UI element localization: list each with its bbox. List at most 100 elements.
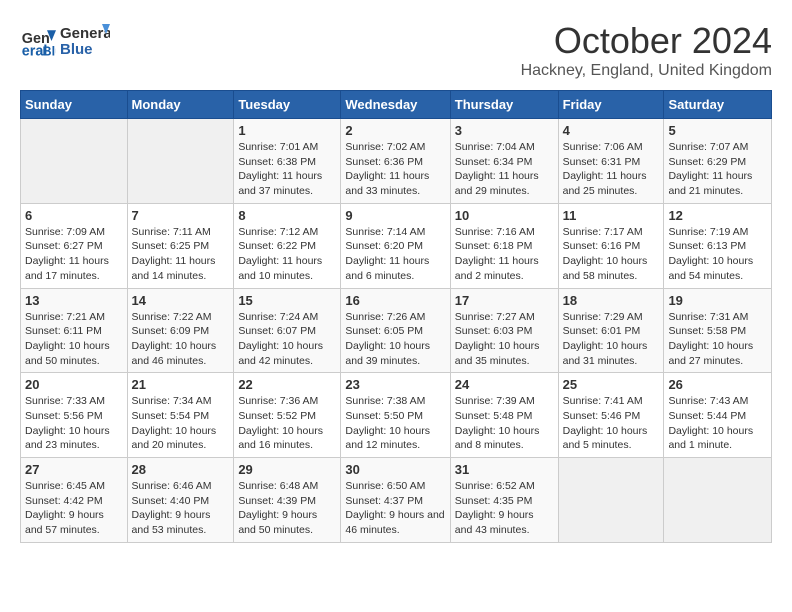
calendar-cell	[127, 119, 234, 204]
calendar-cell: 13 Sunrise: 7:21 AM Sunset: 6:11 PM Dayli…	[21, 288, 128, 373]
day-info: Sunrise: 7:01 AM Sunset: 6:38 PM Dayligh…	[238, 140, 336, 199]
location: Hackney, England, United Kingdom	[521, 62, 772, 80]
day-number: 12	[668, 208, 767, 223]
day-number: 20	[25, 377, 123, 392]
week-row-4: 20 Sunrise: 7:33 AM Sunset: 5:56 PM Dayli…	[21, 373, 772, 458]
svg-text:General: General	[60, 25, 110, 42]
day-info: Sunrise: 7:26 AM Sunset: 6:05 PM Dayligh…	[345, 310, 445, 369]
day-info: Sunrise: 7:17 AM Sunset: 6:16 PM Dayligh…	[563, 225, 660, 284]
calendar-cell: 24 Sunrise: 7:39 AM Sunset: 5:48 PM Dayli…	[450, 373, 558, 458]
weekday-header-friday: Friday	[558, 91, 664, 119]
day-info: Sunrise: 7:12 AM Sunset: 6:22 PM Dayligh…	[238, 225, 336, 284]
day-number: 3	[455, 123, 554, 138]
week-row-3: 13 Sunrise: 7:21 AM Sunset: 6:11 PM Dayli…	[21, 288, 772, 373]
day-number: 17	[455, 293, 554, 308]
svg-text:Blue: Blue	[43, 44, 57, 58]
day-number: 27	[25, 462, 123, 477]
day-info: Sunrise: 7:11 AM Sunset: 6:25 PM Dayligh…	[132, 225, 230, 284]
day-info: Sunrise: 7:24 AM Sunset: 6:07 PM Dayligh…	[238, 310, 336, 369]
day-number: 15	[238, 293, 336, 308]
weekday-header-wednesday: Wednesday	[341, 91, 450, 119]
day-number: 19	[668, 293, 767, 308]
page-header: Gen eral Blue General Blue October 2024 …	[20, 20, 772, 80]
day-info: Sunrise: 7:39 AM Sunset: 5:48 PM Dayligh…	[455, 394, 554, 453]
calendar-cell: 2Sunrise: 7:02 AM Sunset: 6:36 PM Daylig…	[341, 119, 450, 204]
day-info: Sunrise: 7:41 AM Sunset: 5:46 PM Dayligh…	[563, 394, 660, 453]
day-number: 11	[563, 208, 660, 223]
calendar-cell: 20 Sunrise: 7:33 AM Sunset: 5:56 PM Dayli…	[21, 373, 128, 458]
day-number: 21	[132, 377, 230, 392]
day-number: 16	[345, 293, 445, 308]
day-number: 26	[668, 377, 767, 392]
day-number: 18	[563, 293, 660, 308]
weekday-header-thursday: Thursday	[450, 91, 558, 119]
day-info: Sunrise: 7:31 AM Sunset: 5:58 PM Dayligh…	[668, 310, 767, 369]
day-info: Sunrise: 7:19 AM Sunset: 6:13 PM Dayligh…	[668, 225, 767, 284]
calendar-cell: 9 Sunrise: 7:14 AM Sunset: 6:20 PM Daylig…	[341, 203, 450, 288]
day-info: Sunrise: 6:45 AM Sunset: 4:42 PM Dayligh…	[25, 479, 123, 538]
day-info: Sunrise: 6:48 AM Sunset: 4:39 PM Dayligh…	[238, 479, 336, 538]
calendar-cell: 11 Sunrise: 7:17 AM Sunset: 6:16 PM Dayli…	[558, 203, 664, 288]
calendar-cell: 19 Sunrise: 7:31 AM Sunset: 5:58 PM Dayli…	[664, 288, 772, 373]
day-number: 30	[345, 462, 445, 477]
calendar-cell: 21Sunrise: 7:34 AM Sunset: 5:54 PM Dayli…	[127, 373, 234, 458]
calendar-cell: 23 Sunrise: 7:38 AM Sunset: 5:50 PM Dayli…	[341, 373, 450, 458]
calendar-cell: 29 Sunrise: 6:48 AM Sunset: 4:39 PM Dayli…	[234, 458, 341, 543]
day-info: Sunrise: 7:21 AM Sunset: 6:11 PM Dayligh…	[25, 310, 123, 369]
calendar-cell: 7 Sunrise: 7:11 AM Sunset: 6:25 PM Daylig…	[127, 203, 234, 288]
calendar-cell: 26Sunrise: 7:43 AM Sunset: 5:44 PM Dayli…	[664, 373, 772, 458]
day-number: 10	[455, 208, 554, 223]
day-info: Sunrise: 7:29 AM Sunset: 6:01 PM Dayligh…	[563, 310, 660, 369]
day-number: 24	[455, 377, 554, 392]
day-number: 29	[238, 462, 336, 477]
day-info: Sunrise: 7:22 AM Sunset: 6:09 PM Dayligh…	[132, 310, 230, 369]
day-info: Sunrise: 7:06 AM Sunset: 6:31 PM Dayligh…	[563, 140, 660, 199]
day-info: Sunrise: 6:52 AM Sunset: 4:35 PM Dayligh…	[455, 479, 554, 538]
weekday-header-monday: Monday	[127, 91, 234, 119]
day-number: 9	[345, 208, 445, 223]
day-number: 7	[132, 208, 230, 223]
day-info: Sunrise: 7:38 AM Sunset: 5:50 PM Dayligh…	[345, 394, 445, 453]
day-number: 4	[563, 123, 660, 138]
calendar-cell: 10Sunrise: 7:16 AM Sunset: 6:18 PM Dayli…	[450, 203, 558, 288]
calendar-cell: 8Sunrise: 7:12 AM Sunset: 6:22 PM Daylig…	[234, 203, 341, 288]
calendar-cell: 5 Sunrise: 7:07 AM Sunset: 6:29 PM Daylig…	[664, 119, 772, 204]
day-info: Sunrise: 7:04 AM Sunset: 6:34 PM Dayligh…	[455, 140, 554, 199]
day-info: Sunrise: 6:46 AM Sunset: 4:40 PM Dayligh…	[132, 479, 230, 538]
logo-svg: General Blue	[60, 20, 110, 62]
day-number: 23	[345, 377, 445, 392]
week-row-2: 6Sunrise: 7:09 AM Sunset: 6:27 PM Daylig…	[21, 203, 772, 288]
day-number: 1	[238, 123, 336, 138]
calendar-cell: 17Sunrise: 7:27 AM Sunset: 6:03 PM Dayli…	[450, 288, 558, 373]
week-row-5: 27 Sunrise: 6:45 AM Sunset: 4:42 PM Dayli…	[21, 458, 772, 543]
day-number: 25	[563, 377, 660, 392]
day-number: 31	[455, 462, 554, 477]
svg-text:Blue: Blue	[60, 41, 93, 58]
day-info: Sunrise: 7:14 AM Sunset: 6:20 PM Dayligh…	[345, 225, 445, 284]
logo: Gen eral Blue General Blue	[20, 20, 110, 62]
calendar-cell: 27 Sunrise: 6:45 AM Sunset: 4:42 PM Dayli…	[21, 458, 128, 543]
calendar-cell: 4 Sunrise: 7:06 AM Sunset: 6:31 PM Daylig…	[558, 119, 664, 204]
weekday-header-tuesday: Tuesday	[234, 91, 341, 119]
day-info: Sunrise: 7:33 AM Sunset: 5:56 PM Dayligh…	[25, 394, 123, 453]
month-title: October 2024	[521, 20, 772, 62]
week-row-1: 1 Sunrise: 7:01 AM Sunset: 6:38 PM Daylig…	[21, 119, 772, 204]
day-info: Sunrise: 7:07 AM Sunset: 6:29 PM Dayligh…	[668, 140, 767, 199]
day-info: Sunrise: 6:50 AM Sunset: 4:37 PM Dayligh…	[345, 479, 445, 538]
calendar-cell	[664, 458, 772, 543]
calendar-cell: 18 Sunrise: 7:29 AM Sunset: 6:01 PM Dayli…	[558, 288, 664, 373]
day-info: Sunrise: 7:02 AM Sunset: 6:36 PM Dayligh…	[345, 140, 445, 199]
day-info: Sunrise: 7:36 AM Sunset: 5:52 PM Dayligh…	[238, 394, 336, 453]
day-number: 13	[25, 293, 123, 308]
calendar-cell: 31 Sunrise: 6:52 AM Sunset: 4:35 PM Dayli…	[450, 458, 558, 543]
logo-icon: Gen eral Blue	[20, 23, 56, 59]
day-number: 28	[132, 462, 230, 477]
calendar-cell: 22Sunrise: 7:36 AM Sunset: 5:52 PM Dayli…	[234, 373, 341, 458]
day-number: 14	[132, 293, 230, 308]
day-info: Sunrise: 7:09 AM Sunset: 6:27 PM Dayligh…	[25, 225, 123, 284]
calendar-cell: 25 Sunrise: 7:41 AM Sunset: 5:46 PM Dayli…	[558, 373, 664, 458]
title-block: October 2024 Hackney, England, United Ki…	[521, 20, 772, 80]
day-number: 5	[668, 123, 767, 138]
calendar-cell: 3 Sunrise: 7:04 AM Sunset: 6:34 PM Daylig…	[450, 119, 558, 204]
weekday-header-row: SundayMondayTuesdayWednesdayThursdayFrid…	[21, 91, 772, 119]
